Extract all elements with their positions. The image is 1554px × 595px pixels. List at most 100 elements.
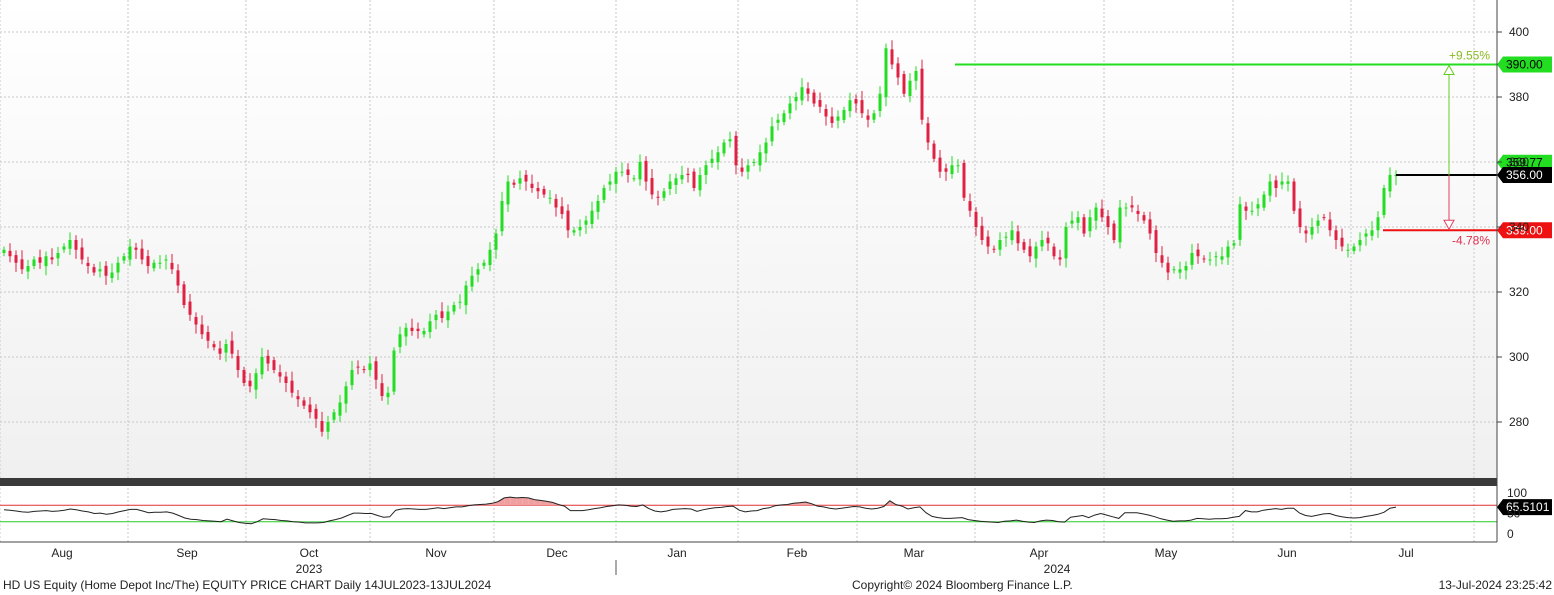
- candle-body: [422, 331, 426, 335]
- rsi-axis-tick-label: 0: [1507, 527, 1514, 541]
- candle-body: [578, 227, 582, 231]
- candle-body: [380, 383, 384, 396]
- candle-body: [752, 162, 756, 163]
- candle-body: [44, 256, 48, 267]
- candle-body: [944, 168, 948, 172]
- candle-body: [1136, 210, 1140, 214]
- candle-body: [668, 181, 672, 189]
- candle-body: [698, 175, 702, 191]
- candle-body: [308, 404, 312, 413]
- candle-body: [782, 113, 786, 123]
- candle-body: [356, 366, 360, 368]
- panel-divider[interactable]: [0, 478, 1497, 486]
- candle-body: [674, 178, 678, 185]
- candle-body: [764, 142, 768, 154]
- candle-body: [590, 210, 594, 224]
- candle-body: [1196, 249, 1200, 257]
- candle-body: [110, 272, 114, 279]
- candle-body: [266, 355, 270, 364]
- candle-body: [1322, 217, 1326, 219]
- candle-body: [866, 115, 870, 120]
- candle-body: [242, 370, 246, 383]
- candle-body: [1358, 240, 1362, 246]
- candle-body: [500, 201, 504, 232]
- candle-body: [362, 369, 366, 371]
- candle-body: [452, 305, 456, 312]
- candle-body: [14, 255, 18, 263]
- candle-body: [662, 191, 666, 198]
- candle-body: [248, 380, 252, 387]
- candle-body: [1370, 230, 1374, 236]
- month-label: Jan: [667, 546, 686, 560]
- month-label: Aug: [51, 546, 72, 560]
- candle-body: [326, 422, 330, 432]
- candle-body: [92, 267, 96, 273]
- candle-body: [1238, 204, 1242, 240]
- candle-body: [272, 360, 276, 370]
- candle-body: [410, 327, 414, 331]
- candle-body: [176, 270, 180, 286]
- candle-body: [776, 119, 780, 123]
- rsi-axis-tick-label: 50: [1507, 507, 1521, 521]
- candle-body: [398, 334, 402, 348]
- candle-body: [896, 63, 900, 78]
- candle-body: [1376, 217, 1380, 231]
- candle-body: [1274, 180, 1278, 188]
- month-label: Oct: [300, 546, 319, 560]
- candle-body: [68, 240, 72, 249]
- candle-body: [1058, 257, 1062, 260]
- candle-body: [290, 380, 294, 393]
- candle-body: [170, 262, 174, 270]
- price-axis-tick-label: 360: [1509, 155, 1529, 169]
- rsi-overbought-fill: [510, 497, 517, 506]
- candle-body: [1040, 240, 1044, 247]
- candle-body: [1352, 246, 1356, 251]
- candle-body: [1034, 246, 1038, 259]
- candle-body: [1118, 207, 1122, 243]
- month-label: Sep: [176, 546, 198, 560]
- candle-body: [680, 175, 684, 180]
- candle-body: [722, 142, 726, 154]
- candle-body: [704, 165, 708, 175]
- rsi-overbought-fill: [516, 497, 523, 506]
- candle-body: [542, 188, 546, 195]
- candle-body: [320, 421, 324, 432]
- candle-body: [1076, 217, 1080, 223]
- candle-body: [404, 327, 408, 337]
- candle-body: [638, 162, 642, 180]
- candle-body: [86, 262, 90, 266]
- candle-body: [200, 324, 204, 335]
- price-axis-tick-label: 340: [1509, 220, 1529, 234]
- candle-body: [554, 198, 558, 208]
- candle-body: [26, 266, 30, 272]
- candle-body: [182, 284, 186, 305]
- candle-body: [1082, 217, 1086, 234]
- candle-body: [512, 182, 516, 185]
- candle-body: [32, 259, 36, 266]
- month-label: Mar: [904, 546, 925, 560]
- candle-body: [98, 269, 102, 272]
- timestamp: 13-Jul-2024 23:25:42: [1438, 578, 1552, 592]
- upside-pct-label: +9.55%: [1449, 49, 1490, 63]
- candle-body: [338, 402, 342, 416]
- candle-body: [254, 373, 258, 390]
- candle-body: [968, 201, 972, 211]
- candle-body: [848, 100, 852, 112]
- candle-body: [830, 116, 834, 123]
- candle-body: [620, 171, 624, 173]
- candle-body: [464, 285, 468, 306]
- price-axis-tick-label: 320: [1509, 285, 1529, 299]
- candle-body: [1070, 220, 1074, 224]
- candle-body: [1298, 208, 1302, 227]
- candle-body: [992, 248, 996, 250]
- candle-body: [812, 92, 816, 104]
- candle-body: [716, 152, 720, 163]
- candle-body: [206, 331, 210, 341]
- candle-body: [2, 249, 6, 253]
- candle-body: [368, 363, 372, 370]
- candle-body: [38, 257, 42, 263]
- candle-body: [1100, 208, 1104, 218]
- candle-body: [1382, 188, 1386, 215]
- candle-body: [626, 169, 630, 175]
- candle-body: [1226, 246, 1230, 258]
